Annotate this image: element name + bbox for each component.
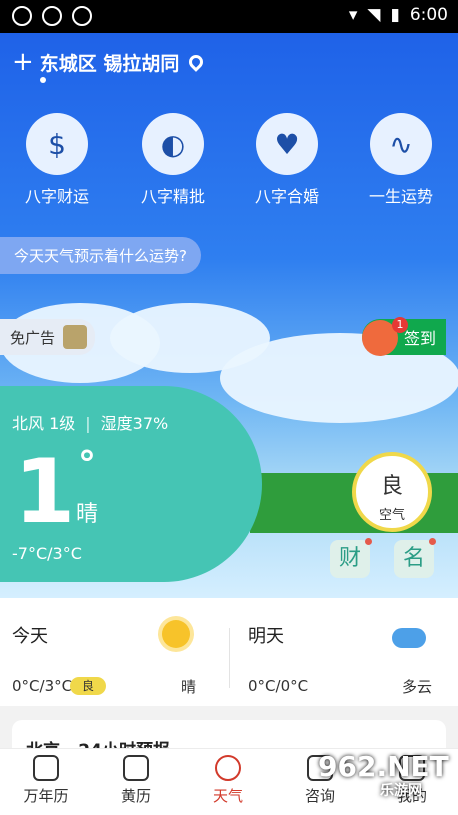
status-right: ▾ ◥ ▮ 6:00 bbox=[349, 5, 448, 25]
forecast-condition: 多云 bbox=[401, 678, 432, 696]
current-temperature: 1 bbox=[14, 440, 76, 543]
temperature-range: -7°C/3°C bbox=[12, 544, 82, 563]
checkin-badge: 1 bbox=[392, 317, 408, 333]
feature-label: 八字精批 bbox=[140, 187, 205, 206]
feature-label: 八字合婚 bbox=[254, 187, 319, 206]
wind-text: 北风 1级 bbox=[12, 414, 76, 433]
watermark-sub: 乐游网 bbox=[380, 783, 422, 799]
wifi-icon: ▾ bbox=[348, 5, 358, 25]
feature-bazi-marriage[interactable]: ♥ 八字合婚 bbox=[232, 113, 342, 207]
couple-icon: ♥ bbox=[256, 113, 318, 175]
name-label: 名 bbox=[402, 546, 425, 571]
tab-almanac[interactable]: 黄历 bbox=[96, 755, 176, 806]
forecast-tomorrow[interactable]: 明天 0°C/0°C 多云 bbox=[236, 598, 448, 706]
almanac-icon bbox=[123, 755, 149, 781]
tab-label: 万年历 bbox=[23, 787, 69, 805]
ad-free-label: 免广告 bbox=[10, 328, 56, 347]
weather-cloud-icon bbox=[215, 755, 241, 781]
air-quality-button[interactable]: 良 空气 bbox=[352, 452, 432, 532]
notification-icon bbox=[42, 6, 62, 26]
trend-chart-icon: ∿ bbox=[370, 113, 432, 175]
location-selector[interactable]: + 东城区 锡拉胡同 bbox=[12, 47, 207, 77]
sun-icon bbox=[156, 614, 196, 654]
money-bag-icon: $ bbox=[26, 113, 88, 175]
crystal-ball-icon: ◐ bbox=[142, 113, 204, 175]
forecast-day: 明天 bbox=[248, 626, 284, 647]
notification-icon bbox=[12, 6, 32, 26]
ad-free-button[interactable]: 免广告 bbox=[0, 319, 96, 355]
current-condition: 晴 bbox=[76, 502, 99, 527]
tab-weather[interactable]: 天气 bbox=[188, 755, 268, 806]
feature-bazi-wealth[interactable]: $ 八字财运 bbox=[2, 113, 112, 207]
add-city-icon[interactable]: + bbox=[12, 47, 34, 77]
notification-dot bbox=[365, 538, 372, 545]
wind-humidity: 北风 1级 | 湿度37% bbox=[12, 414, 169, 433]
name-button[interactable]: 名 bbox=[394, 538, 436, 578]
page-indicator-dot bbox=[40, 77, 46, 83]
vip-house-icon bbox=[63, 325, 88, 349]
forecast-range: 0°C/0°C bbox=[248, 677, 309, 695]
status-bar: ▾ ◥ ▮ 6:00 bbox=[0, 0, 458, 33]
forecast-day: 今天 bbox=[12, 626, 48, 647]
site-watermark: 962.NET 乐游网 bbox=[318, 750, 458, 800]
tab-label: 天气 bbox=[212, 787, 243, 805]
forecast-range: 0°C/3°C bbox=[12, 677, 73, 695]
tab-label: 黄历 bbox=[120, 787, 151, 805]
clock: 6:00 bbox=[409, 5, 448, 25]
status-left bbox=[12, 6, 92, 26]
signal-icon: ◥ bbox=[367, 5, 381, 25]
forecast-condition: 晴 bbox=[180, 678, 196, 696]
location-pin-icon bbox=[186, 52, 207, 72]
forecast-today[interactable]: 今天 0°C/3°C 良 晴 bbox=[0, 598, 212, 706]
tab-calendar[interactable]: 万年历 bbox=[6, 755, 86, 806]
air-quality-label: 空气 bbox=[378, 508, 405, 523]
daily-forecast: 今天 0°C/3°C 良 晴 明天 0°C/0°C 多云 bbox=[0, 598, 458, 706]
feature-label: 一生运势 bbox=[368, 187, 433, 206]
feature-life-fortune[interactable]: ∿ 一生运势 bbox=[346, 113, 456, 207]
wealth-label: 财 bbox=[338, 546, 361, 571]
feature-label: 八字财运 bbox=[24, 187, 89, 206]
watermark-text: 962.NET bbox=[318, 750, 449, 783]
current-weather-card[interactable]: 北风 1级 | 湿度37% 1 ° 晴 -7°C/3°C bbox=[0, 386, 262, 582]
checkin-label: 签到 bbox=[403, 329, 436, 348]
degree-symbol: ° bbox=[78, 444, 96, 485]
calendar-icon bbox=[33, 755, 59, 781]
brightness-icon bbox=[72, 6, 92, 26]
aqi-pill: 良 bbox=[70, 677, 106, 695]
feature-bazi-reading[interactable]: ◐ 八字精批 bbox=[118, 113, 228, 207]
notification-dot bbox=[429, 538, 436, 545]
humidity-text: 湿度37% bbox=[100, 414, 169, 433]
battery-icon: ▮ bbox=[390, 5, 400, 25]
wealth-button[interactable]: 财 bbox=[330, 538, 372, 578]
forecast-divider bbox=[229, 628, 230, 688]
location-name: 东城区 锡拉胡同 bbox=[39, 52, 180, 75]
fortune-question-button[interactable]: 今天天气预示着什么运势? bbox=[0, 237, 201, 274]
cloudy-icon bbox=[392, 614, 432, 654]
air-quality-grade: 良 bbox=[380, 474, 403, 499]
